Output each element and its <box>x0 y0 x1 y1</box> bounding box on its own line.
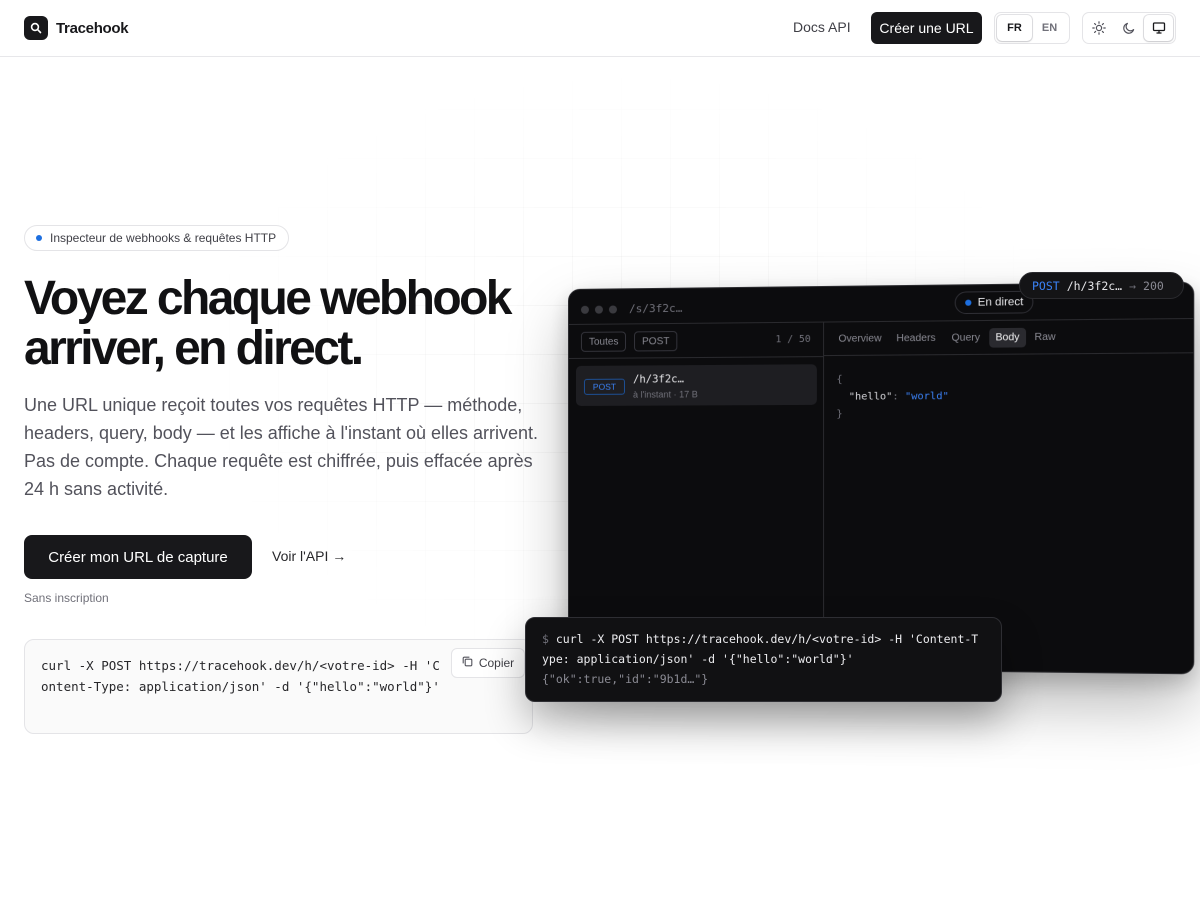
list-item[interactable]: POST /h/3f2c… à l'instant · 17 B <box>575 364 817 406</box>
hero-badge: Inspecteur de webhooks & requêtes HTTP <box>24 225 290 251</box>
request-inspector-preview: /s/3f2c… En direct Toutes POST 1 / 50 PO… <box>568 281 1195 675</box>
tab-body[interactable]: Body <box>989 327 1026 348</box>
tab-raw[interactable]: Raw <box>1028 327 1062 347</box>
view-api-link[interactable]: Voir l'API → <box>272 548 346 564</box>
curl-example-code: curl -X POST https://tracehook.dev/h/<vo… <box>41 658 440 694</box>
json-body-view: { "hello": "world" } <box>836 371 948 424</box>
top-navbar: Tracehook Docs API Créer une URL FR EN <box>0 0 1200 57</box>
window-dot-icon <box>594 305 603 314</box>
live-dot-icon <box>36 235 42 241</box>
request-path: /h/3f2c… <box>633 373 684 386</box>
language-switcher: FR EN <box>994 12 1070 44</box>
docs-api-link[interactable]: Docs API <box>793 19 851 35</box>
terminal-command-line: $ curl -X POST https://tracehook.dev/h/<… <box>542 629 985 669</box>
method-tag: POST <box>583 378 625 395</box>
terminal-command: curl -X POST https://tracehook.dev/h/<vo… <box>542 632 979 666</box>
live-dot-icon <box>965 299 972 306</box>
window-dot-icon <box>608 305 617 314</box>
status-path: /h/3f2c… <box>1066 278 1123 293</box>
arrow-right-icon: → <box>1129 278 1137 293</box>
status-code: 200 <box>1143 278 1164 293</box>
moon-icon[interactable] <box>1115 15 1144 41</box>
json-value: "world" <box>904 390 949 403</box>
hero-headline: Voyez chaque webhook arriver, en direct. <box>24 274 564 374</box>
theme-switcher <box>1082 12 1176 44</box>
search-icon <box>24 16 48 40</box>
brand-logo[interactable]: Tracehook <box>24 16 129 40</box>
filter-post-chip[interactable]: POST <box>634 331 678 352</box>
json-colon: : <box>892 391 899 403</box>
json-key: "hello" <box>848 391 893 403</box>
tab-query[interactable]: Query <box>945 328 986 348</box>
create-url-button[interactable]: Créer une URL <box>871 12 982 44</box>
no-signup-note: Sans inscription <box>24 591 109 605</box>
response-status-pill: POST /h/3f2c… → 200 <box>1019 272 1184 299</box>
terminal-output: {"ok":true,"id":"9b1d…"} <box>542 672 709 686</box>
request-meta: à l'instant · 17 B <box>633 389 698 400</box>
terminal-preview: $ curl -X POST https://tracehook.dev/h/<… <box>525 617 1002 702</box>
detail-tabs: Overview Headers Query Body Raw <box>824 319 1194 357</box>
terminal-prompt: $ <box>542 632 549 646</box>
lang-en-button[interactable]: EN <box>1032 15 1067 41</box>
hero-description: Une URL unique reçoit toutes vos requête… <box>24 395 539 499</box>
monitor-icon[interactable] <box>1144 15 1174 41</box>
request-count: 1 / 50 <box>775 333 811 346</box>
filter-all-chip[interactable]: Toutes <box>580 331 627 352</box>
create-capture-url-button[interactable]: Créer mon URL de capture <box>24 535 252 579</box>
status-method: POST <box>1032 278 1060 293</box>
hero-headline-line2: arriver, en direct. <box>24 322 364 375</box>
live-status-label: En direct <box>977 295 1024 309</box>
request-filter-bar: Toutes POST 1 / 50 <box>568 322 824 359</box>
session-path: /s/3f2c… <box>628 301 683 316</box>
hero-badge-label: Inspecteur de webhooks & requêtes HTTP <box>50 231 277 245</box>
copy-button[interactable]: Copier <box>451 648 525 678</box>
tab-headers[interactable]: Headers <box>890 329 942 349</box>
tab-overview[interactable]: Overview <box>832 329 887 349</box>
sun-icon[interactable] <box>1085 15 1114 41</box>
json-line: "hello": "world" <box>836 388 949 406</box>
hero-headline-line1: Voyez chaque webhook <box>24 272 513 325</box>
copy-icon <box>462 656 473 670</box>
json-open-brace: { <box>836 374 843 386</box>
window-dot-icon <box>580 305 589 314</box>
brand-name: Tracehook <box>56 19 129 37</box>
json-close-brace: } <box>836 408 843 421</box>
lang-fr-button[interactable]: FR <box>997 15 1032 41</box>
curl-example-card: curl -X POST https://tracehook.dev/h/<vo… <box>24 639 533 734</box>
copy-button-label: Copier <box>478 656 515 670</box>
